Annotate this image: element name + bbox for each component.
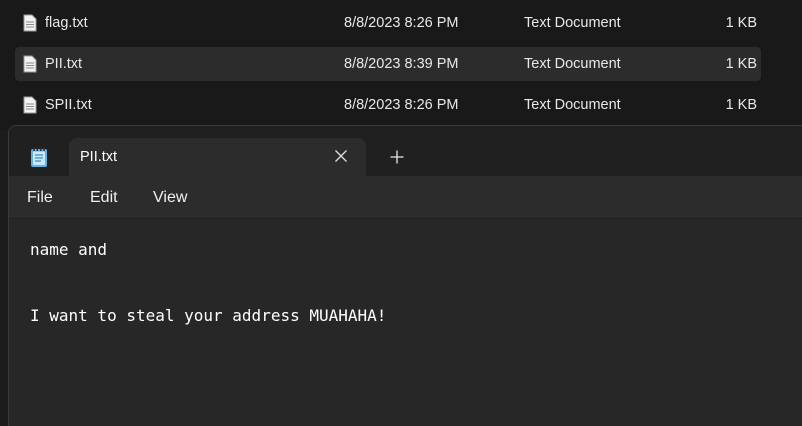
file-size: 1 KB	[725, 56, 757, 72]
file-type: Text Document	[524, 97, 621, 113]
tab-title: PII.txt	[80, 149, 118, 165]
close-icon[interactable]	[331, 146, 351, 166]
file-row-spii[interactable]: SPII.txt 8/8/2023 8:26 PM Text Document …	[15, 88, 761, 122]
file-row-flag[interactable]: flag.txt 8/8/2023 8:26 PM Text Document …	[15, 6, 761, 40]
file-type: Text Document	[524, 15, 621, 31]
editor-line-3: I want to steal your address MUAHAHA!	[30, 306, 387, 325]
notepad-window: PII.txt File Edit View name and I want t…	[8, 125, 802, 426]
menu-file[interactable]: File	[27, 189, 53, 207]
tab-pii-txt[interactable]: PII.txt	[69, 138, 366, 176]
file-size: 1 KB	[725, 15, 757, 31]
text-file-icon	[23, 14, 37, 32]
menu-bar: File Edit View	[9, 176, 802, 219]
plus-icon[interactable]	[388, 148, 406, 166]
file-name: SPII.txt	[45, 97, 92, 113]
file-type: Text Document	[524, 56, 621, 72]
file-explorer-list: flag.txt 8/8/2023 8:26 PM Text Document …	[0, 0, 802, 130]
menu-view[interactable]: View	[153, 189, 187, 207]
menu-edit[interactable]: Edit	[90, 189, 118, 207]
file-date: 8/8/2023 8:39 PM	[344, 56, 459, 72]
file-date: 8/8/2023 8:26 PM	[344, 15, 459, 31]
text-file-icon	[23, 96, 37, 114]
file-name: PII.txt	[45, 56, 83, 72]
file-size: 1 KB	[725, 97, 757, 113]
text-file-icon	[23, 55, 37, 73]
editor-line-1: name and	[30, 240, 108, 259]
text-editor[interactable]: name and I want to steal your address MU…	[9, 219, 802, 426]
file-date: 8/8/2023 8:26 PM	[344, 97, 459, 113]
notepad-icon	[31, 147, 47, 167]
file-row-pii[interactable]: PII.txt 8/8/2023 8:39 PM Text Document 1…	[15, 47, 761, 81]
title-bar: PII.txt	[9, 126, 802, 176]
file-name: flag.txt	[45, 15, 88, 31]
